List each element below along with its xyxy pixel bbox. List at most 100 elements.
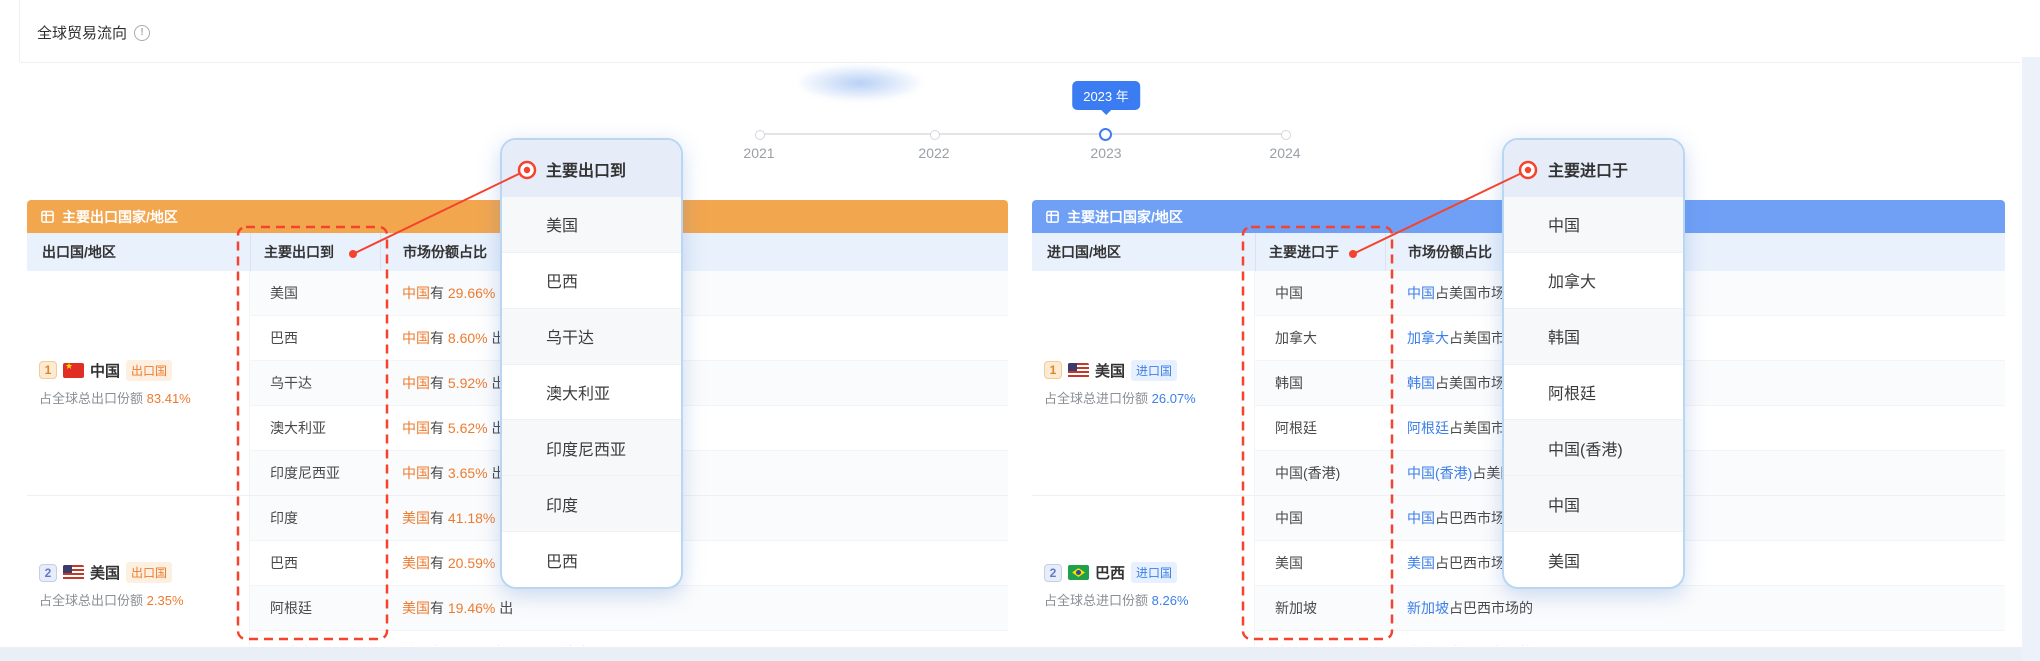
table-icon bbox=[1045, 209, 1060, 224]
partner-cell: 澳大利亚 bbox=[250, 418, 380, 438]
callout-item: 美国 bbox=[1504, 531, 1683, 587]
country-name: 中国 bbox=[90, 360, 120, 381]
share-cell: 中国有 5.62% 出 bbox=[380, 418, 1008, 438]
callout-item: 美国 bbox=[502, 197, 681, 252]
callout-title: 主要出口到 bbox=[502, 140, 681, 197]
usa-flag-icon bbox=[63, 565, 84, 580]
partner-cell: 中国 bbox=[1255, 283, 1385, 303]
share-cell: 中国有 29.66% 出 bbox=[380, 283, 1008, 303]
partner-cell: 加拿大 bbox=[1255, 328, 1385, 348]
country-name: 美国 bbox=[1095, 360, 1125, 381]
year-slider-track[interactable] bbox=[759, 133, 1285, 135]
table-icon bbox=[40, 209, 55, 224]
share-cell: 韩国占美国市场的 bbox=[1385, 373, 2005, 393]
year-label: 2023 bbox=[1066, 145, 1146, 161]
partner-cell: 哥伦比亚 bbox=[250, 643, 380, 646]
share-cell: 摩洛哥占巴西市场的 1.09% bbox=[1385, 643, 2005, 646]
page-title: 全球贸易流向 ! bbox=[37, 22, 150, 43]
callout-item: 中国 bbox=[1504, 475, 1683, 531]
country-name: 美国 bbox=[90, 562, 120, 583]
partner-cell: 印度 bbox=[250, 508, 380, 528]
share-cell: 阿根廷占美国市场的 bbox=[1385, 418, 2005, 438]
page-bottom-edge bbox=[0, 647, 2040, 661]
share-cell: 加拿大占美国市场的 bbox=[1385, 328, 2005, 348]
year-label: 2021 bbox=[719, 145, 799, 161]
share-value: 8.26% bbox=[1152, 593, 1189, 608]
global-share-line: 占全球总进口份额 26.07% bbox=[1044, 388, 1196, 407]
share-cell: 中国有 8.60% 出 bbox=[380, 328, 1008, 348]
share-cell: 中国占美国市场的 bbox=[1385, 283, 2005, 303]
brazil-flag-icon bbox=[1068, 565, 1089, 580]
partner-cell: 巴西 bbox=[250, 553, 380, 573]
export-partner-callout: 主要出口到 美国 巴西 乌干达 澳大利亚 印度尼西亚 印度 巴西 bbox=[500, 138, 683, 589]
share-cell: 美国有 19.46% 出 bbox=[380, 598, 1008, 618]
year-label: 2024 bbox=[1245, 145, 1325, 161]
column-header-share: 市场份额占比 bbox=[380, 233, 1008, 271]
callout-item: 巴西 bbox=[502, 531, 681, 587]
global-share-line: 占全球总出口份额 83.41% bbox=[39, 388, 191, 407]
country-cell: 2 美国 出口国 占全球总出口份额 2.35% bbox=[27, 496, 250, 646]
country-cell: 1 中国 出口国 占全球总出口份额 83.41% bbox=[27, 271, 250, 495]
import-partner-callout: 主要进口于 中国 加拿大 韩国 阿根廷 中国(香港) 中国 美国 bbox=[1502, 138, 1685, 589]
share-value: 2.35% bbox=[147, 593, 184, 608]
share-cell: 中国有 5.92% 出 bbox=[380, 373, 1008, 393]
share-value: 26.07% bbox=[1152, 391, 1196, 406]
rank-badge: 2 bbox=[39, 564, 57, 582]
global-share-line: 占全球总进口份额 8.26% bbox=[1044, 590, 1189, 609]
callout-item: 阿根廷 bbox=[1504, 364, 1683, 420]
year-label: 2022 bbox=[894, 145, 974, 161]
import-table-title: 主要进口国家/地区 bbox=[1067, 207, 1183, 227]
callout-title: 主要进口于 bbox=[1504, 140, 1683, 197]
callout-item: 加拿大 bbox=[1504, 252, 1683, 308]
partner-cell: 阿根廷 bbox=[1255, 418, 1385, 438]
share-cell: 美国占巴西市场的 bbox=[1385, 553, 2005, 573]
partner-cell: 美国 bbox=[1255, 553, 1385, 573]
year-slider-handle[interactable] bbox=[1099, 128, 1112, 141]
share-cell: 中国(香港)占美国市场的 bbox=[1385, 463, 2005, 483]
share-cell: 中国占巴西市场的 bbox=[1385, 508, 2005, 528]
share-cell: 新加坡占巴西市场的 bbox=[1385, 598, 2005, 618]
column-header-share: 市场份额占比 bbox=[1385, 233, 2005, 271]
callout-item: 印度 bbox=[502, 475, 681, 531]
callout-item: 中国(香港) bbox=[1504, 419, 1683, 475]
rank-badge: 2 bbox=[1044, 564, 1062, 582]
column-header-country: 进口国/地区 bbox=[1032, 242, 1255, 262]
country-cell: 2 巴西 进口国 占全球总进口份额 8.26% bbox=[1032, 496, 1255, 646]
share-cell: 美国有 8.82% 出口到了哥伦比亚 bbox=[380, 643, 1008, 646]
global-trade-flow-panel: 全球贸易流向 ! 2021 2022 2023 2024 2023 年 主要出口… bbox=[0, 0, 2040, 661]
column-header-partner: 主要出口到 bbox=[250, 233, 380, 271]
callout-item: 中国 bbox=[1504, 197, 1683, 252]
country-name: 巴西 bbox=[1095, 562, 1125, 583]
column-header-partner: 主要进口于 bbox=[1255, 233, 1385, 271]
table-row: 哥伦比亚 美国有 8.82% 出口到了哥伦比亚 bbox=[250, 630, 1008, 646]
export-table-title: 主要出口国家/地区 bbox=[62, 207, 178, 227]
column-header-country: 出口国/地区 bbox=[27, 242, 250, 262]
table-row: 摩洛哥 摩洛哥占巴西市场的 1.09% bbox=[1255, 630, 2005, 646]
partner-cell: 美国 bbox=[250, 283, 380, 303]
partner-cell: 摩洛哥 bbox=[1255, 643, 1385, 646]
header-divider bbox=[20, 62, 2020, 63]
partner-cell: 中国 bbox=[1255, 508, 1385, 528]
callout-item: 韩国 bbox=[1504, 308, 1683, 364]
decorative-blur bbox=[795, 64, 925, 102]
partner-cell: 印度尼西亚 bbox=[250, 463, 380, 483]
share-cell: 美国有 20.59% 出 bbox=[380, 553, 1008, 573]
role-badge: 进口国 bbox=[1131, 360, 1177, 381]
table-row: 阿根廷 美国有 19.46% 出 bbox=[250, 585, 1008, 630]
partner-cell: 巴西 bbox=[250, 328, 380, 348]
rank-badge: 1 bbox=[1044, 361, 1062, 379]
partner-cell: 韩国 bbox=[1255, 373, 1385, 393]
callout-item: 澳大利亚 bbox=[502, 364, 681, 420]
info-icon[interactable]: ! bbox=[134, 25, 150, 41]
page-right-edge[interactable] bbox=[2022, 57, 2040, 661]
rank-badge: 1 bbox=[39, 361, 57, 379]
partner-cell: 中国(香港) bbox=[1255, 463, 1385, 483]
year-tick-2021[interactable] bbox=[755, 130, 765, 140]
role-badge: 出口国 bbox=[126, 562, 172, 583]
year-tick-2022[interactable] bbox=[930, 130, 940, 140]
usa-flag-icon bbox=[1068, 363, 1089, 378]
role-badge: 出口国 bbox=[126, 360, 172, 381]
year-tooltip: 2023 年 bbox=[1072, 81, 1140, 110]
callout-item: 印度尼西亚 bbox=[502, 419, 681, 475]
year-tick-2024[interactable] bbox=[1281, 130, 1291, 140]
